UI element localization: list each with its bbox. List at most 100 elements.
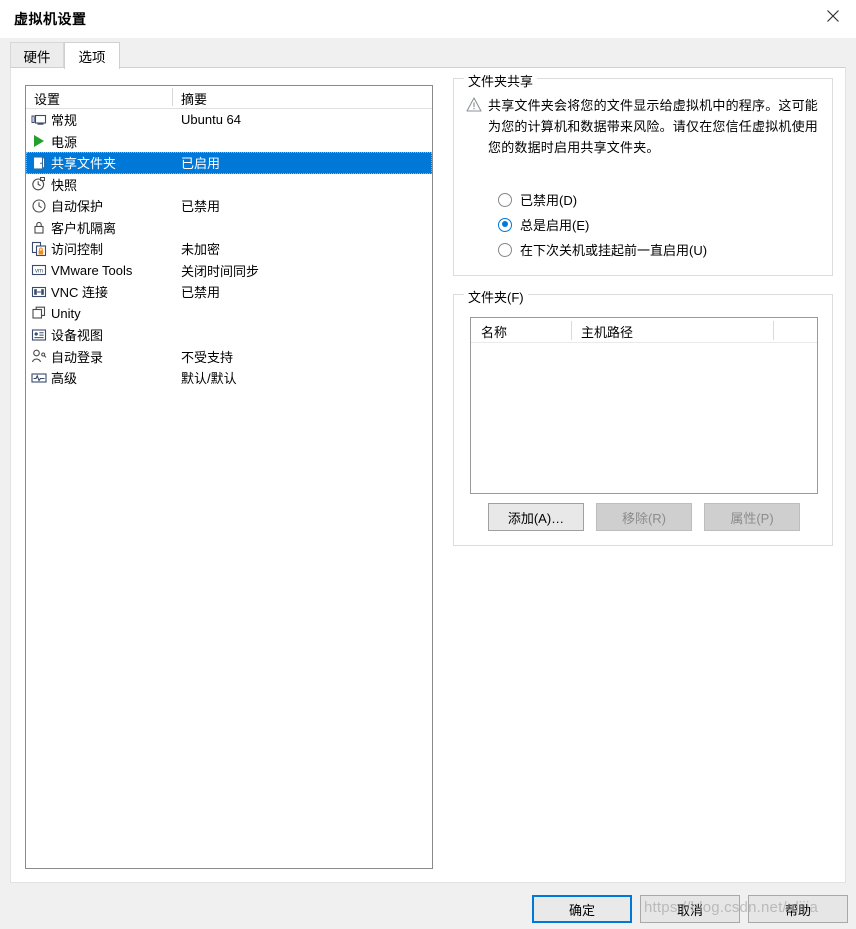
monitor-icon [31,112,47,128]
close-button[interactable] [810,0,856,32]
radio-indicator [498,192,512,207]
settings-row-summary: 默认/默认 [181,371,237,387]
settings-row-summary: Ubuntu 64 [181,112,241,128]
settings-row-summary: 关闭时间同步 [181,263,260,279]
settings-row-summary: 已启用 [181,156,221,172]
advanced-icon [31,370,47,386]
button-label: 添加(A)… [507,510,565,526]
column-separator [172,88,173,106]
button-label: 移除(R) [621,510,667,526]
tab-hardware[interactable]: 硬件 [10,42,64,68]
settings-row-设备视图[interactable]: 设备视图 [26,324,432,346]
access-control-icon [31,241,47,257]
dialog-button-bar: 确定 取消 帮助 [0,891,856,929]
settings-list[interactable]: 设置 摘要 常规 Ubuntu 64 电源 共享文件夹 已启用 快照 自动保护 已禁用 客户机隔… [25,85,433,869]
vnc-icon [31,284,47,300]
settings-row-快照[interactable]: 快照 [26,174,432,196]
title-bar: 虚拟机设置 [0,0,856,38]
tab-hardware-label: 硬件 [23,49,51,65]
settings-row-label: 自动保护 [51,199,104,215]
settings-row-label: 电源 [51,134,78,150]
settings-row-vmware-tools[interactable]: vm VMware Tools 关闭时间同步 [26,260,432,282]
sharing-radio-1[interactable]: 总是启用(E) [498,212,707,237]
ok-button-label: 确定 [568,902,595,918]
cancel-button-label: 取消 [676,902,703,918]
sharing-mode-radio-group[interactable]: 已禁用(D) 总是启用(E) 在下次关机或挂起前一直启用(U) [498,187,707,262]
folder-sharing-group: 文件夹共享 共享文件夹会将您的文件显示给虚拟机中的程序。这可能为您的计算机和数据… [453,71,833,276]
snapshot-icon [31,176,47,192]
settings-row-label: 自动登录 [51,349,104,365]
settings-row-summary: 已禁用 [181,285,221,301]
folder-sharing-title: 文件夹共享 [464,71,538,90]
sharing-warning-text: 共享文件夹会将您的文件显示给虚拟机中的程序。这可能为您的计算机和数据带来风险。请… [488,98,819,155]
lock-icon [31,219,47,235]
settings-row-label: 高级 [51,371,78,387]
folders-column-name: 名称 [481,325,508,340]
close-icon [827,10,839,22]
autoprotect-icon [31,198,47,214]
folders-column-separator-2 [773,321,774,340]
power-play-icon [31,133,47,149]
sharing-radio-label: 在下次关机或挂起前一直启用(U) [520,243,708,258]
settings-row-常规[interactable]: 常规 Ubuntu 64 [26,109,432,131]
settings-row-label: VMware Tools [51,262,133,278]
shared-folder-icon [31,155,47,171]
tab-options-label: 选项 [78,50,106,65]
settings-row-summary: 不受支持 [181,349,234,365]
settings-row-自动登录[interactable]: 自动登录 不受支持 [26,346,432,368]
unity-icon [31,305,47,321]
settings-list-header: 设置 摘要 [26,86,432,109]
add-folder-button[interactable]: 添加(A)… [488,503,584,531]
column-header-name: 设置 [34,92,61,107]
settings-row-label: 快照 [51,177,78,193]
settings-row-电源[interactable]: 电源 [26,131,432,153]
sharing-radio-label: 已禁用(D) [520,193,578,208]
settings-row-summary: 已禁用 [181,199,221,215]
tab-options[interactable]: 选项 [64,42,120,69]
column-header-summary: 摘要 [181,92,208,107]
settings-row-自动保护[interactable]: 自动保护 已禁用 [26,195,432,217]
settings-row-访问控制[interactable]: 访问控制 未加密 [26,238,432,260]
settings-row-label: 共享文件夹 [51,156,117,172]
remove-folder-button: 移除(R) [596,503,692,531]
sharing-warning: 共享文件夹会将您的文件显示给虚拟机中的程序。这可能为您的计算机和数据带来风险。请… [466,95,822,158]
folders-title: 文件夹(F) [464,287,528,306]
folders-column-separator-1 [571,321,572,340]
options-tab-panel: 设置 摘要 常规 Ubuntu 64 电源 共享文件夹 已启用 快照 自动保护 已禁用 客户机隔… [10,67,846,883]
settings-row-unity[interactable]: Unity [26,303,432,325]
warning-triangle-icon [466,95,488,158]
settings-row-label: 访问控制 [51,242,104,258]
settings-row-label: 常规 [51,113,78,129]
help-button-label: 帮助 [784,902,811,918]
settings-row-高级[interactable]: 高级 默认/默认 [26,367,432,389]
radio-indicator [498,242,512,257]
right-pane: 文件夹共享 共享文件夹会将您的文件显示给虚拟机中的程序。这可能为您的计算机和数据… [453,71,833,546]
tab-strip: 硬件 选项 [0,38,856,69]
vmware-tools-icon: vm [31,262,47,278]
settings-row-label: 设备视图 [51,328,104,344]
folders-table-header: 名称 主机路径 [471,318,817,343]
svg-text:vm: vm [35,269,43,275]
sharing-radio-2[interactable]: 在下次关机或挂起前一直启用(U) [498,237,707,262]
button-label: 属性(P) [730,510,774,526]
settings-row-container: 常规 Ubuntu 64 电源 共享文件夹 已启用 快照 自动保护 已禁用 客户机隔离 访问控制未… [26,109,432,389]
device-view-icon [31,327,47,343]
settings-row-label: VNC 连接 [51,285,109,301]
cancel-button[interactable]: 取消 [640,895,740,923]
settings-row-label: Unity [51,305,81,321]
settings-row-共享文件夹[interactable]: 共享文件夹 已启用 [26,152,432,174]
sharing-radio-0[interactable]: 已禁用(D) [498,187,707,212]
settings-row-summary: 未加密 [181,242,221,258]
folders-button-row: 添加(A)… 移除(R) 属性(P) [488,503,800,531]
settings-row-label: 客户机隔离 [51,220,117,236]
help-button[interactable]: 帮助 [748,895,848,923]
radio-indicator [498,217,512,232]
sharing-radio-label: 总是启用(E) [520,218,590,233]
autologon-icon [31,348,47,364]
settings-row-vnc-连接[interactable]: VNC 连接 已禁用 [26,281,432,303]
folders-column-hostpath: 主机路径 [581,325,634,340]
settings-row-客户机隔离[interactable]: 客户机隔离 [26,217,432,239]
window-title: 虚拟机设置 [14,11,87,27]
ok-button[interactable]: 确定 [532,895,632,923]
folders-table[interactable]: 名称 主机路径 [470,317,818,494]
